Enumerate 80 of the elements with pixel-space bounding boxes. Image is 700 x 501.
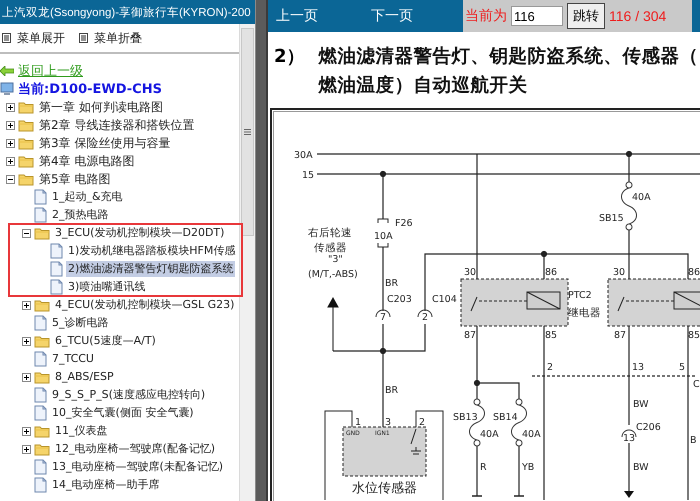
- diagram-label: 87: [614, 330, 626, 341]
- tree-item[interactable]: 1)发动机继电器踏板模块HFM传感: [66, 243, 238, 259]
- tree-item[interactable]: 9_S_S_P_S(速度感应电控转向): [50, 387, 208, 403]
- page-count: 116 / 304: [609, 8, 666, 24]
- tree-item[interactable]: 12_电动座椅—驾驶席(配备记忆): [53, 441, 218, 457]
- diagram-label: 7: [380, 312, 386, 323]
- diagram-label: (M/T,-ABS): [308, 269, 358, 280]
- tree-item[interactable]: 3)喷油嘴通讯线: [66, 279, 148, 295]
- jump-button[interactable]: 跳转: [567, 3, 605, 29]
- diagram-label: 30A: [294, 150, 313, 161]
- diagram-label: 86: [688, 267, 700, 278]
- current-label: 当前为: [465, 7, 507, 25]
- window-title: 上汽双龙(Ssongyong)-享御旅行车(KYRON)-200: [0, 0, 255, 24]
- diagram-label: 传感器: [314, 242, 347, 254]
- diagram-label: B: [690, 435, 697, 446]
- diagram-label: SB13: [453, 412, 478, 423]
- diagram-label: 86: [545, 267, 558, 278]
- tree-item[interactable]: 14_电动座椅—助手席: [50, 477, 162, 493]
- menu-button[interactable]: 菜单展开: [2, 30, 65, 46]
- diagram-label: 5: [679, 362, 686, 373]
- diagram-label: 1: [355, 417, 362, 428]
- tree-item[interactable]: 11_仪表盘: [53, 423, 110, 439]
- tree-item[interactable]: 7_TCCU: [50, 351, 96, 367]
- menu-button[interactable]: 菜单折叠: [79, 30, 142, 46]
- diagram-label: 85: [545, 330, 558, 341]
- tree-item[interactable]: 第4章 电源电路图: [37, 153, 136, 169]
- tree-item[interactable]: 2_预热电路: [50, 207, 110, 223]
- back-link[interactable]: 返回上一级: [18, 62, 83, 80]
- tree-item[interactable]: 1_起动_&充电: [50, 189, 125, 205]
- diagram-label: 2: [419, 417, 426, 428]
- diagram-label: 水位传感器: [352, 481, 417, 496]
- tree-item[interactable]: 3_ECU(发动机控制模块—D20DT): [53, 225, 226, 241]
- diagram-label: 3: [385, 417, 392, 428]
- diagram-label: BR: [385, 385, 398, 396]
- tree-item[interactable]: 第3章 保险丝使用与容量: [37, 135, 172, 151]
- page-input[interactable]: 116: [511, 6, 563, 26]
- diagram-label: 30: [464, 267, 476, 278]
- diagram-label: 继电器: [568, 307, 601, 319]
- tree-item[interactable]: 13_电动座椅—驾驶席(未配备记忆): [50, 459, 226, 475]
- diagram-label: SB14: [493, 412, 518, 423]
- diagram-label: 13: [623, 433, 636, 444]
- tree-item[interactable]: 4_ECU(发动机控制模块—GSL G23): [53, 297, 236, 313]
- tree-item[interactable]: 第一章 如何判读电路图: [37, 99, 165, 115]
- diagram-label: "3": [328, 254, 343, 265]
- current-path: 当前:D100-EWD-CHS: [18, 81, 162, 98]
- prev-page-link[interactable]: 上一页: [276, 7, 371, 25]
- diagram-label: BW: [633, 399, 649, 410]
- diagram-label: PTC2: [568, 290, 592, 301]
- diagram-label: 85: [688, 330, 700, 341]
- tree-item[interactable]: 第2章 导线连接器和搭铁位置: [37, 117, 196, 133]
- diagram-label: 40A: [522, 429, 541, 440]
- diagram-label: YB: [522, 462, 534, 473]
- diagram-label: 2: [422, 312, 428, 323]
- diagram-label: C206: [636, 422, 661, 433]
- diagram-label: 右后轮速: [308, 227, 352, 239]
- next-page-link[interactable]: 下一页: [371, 7, 466, 25]
- diagram-label: R: [480, 462, 487, 473]
- diagram-label: C104: [432, 294, 457, 305]
- diagram-label: 13: [632, 362, 644, 373]
- diagram-label: C: [693, 379, 700, 390]
- diagram-label: 87: [464, 330, 476, 341]
- diagram-label: 15: [302, 170, 314, 181]
- diagram-label: BR: [385, 278, 398, 289]
- diagram-label: C203: [387, 294, 412, 305]
- diagram-label: 2: [547, 362, 554, 373]
- diagram-label: SB15: [599, 213, 624, 224]
- diagram-label: BW: [633, 462, 649, 473]
- diagram-label: 40A: [632, 192, 651, 203]
- tree-item[interactable]: 8_ABS/ESP: [53, 369, 116, 385]
- tree-item[interactable]: 10_安全气囊(侧面 安全气囊): [50, 405, 196, 421]
- diagram-label: 40A: [480, 429, 499, 440]
- page-heading: 燃油滤清器警告灯、钥匙防盗系统、传感器（ 燃油温度）自动巡航开关: [318, 45, 699, 98]
- diagram-label: 30: [613, 267, 626, 278]
- heading-number: 2）: [274, 45, 305, 69]
- diagram-label: F26: [395, 218, 413, 229]
- tree-item[interactable]: 2)燃油滤清器警告灯钥匙防盗系统: [66, 261, 236, 277]
- tree-item[interactable]: 第5章 电路图: [37, 171, 112, 187]
- tree-item[interactable]: 6_TCU(5速度—A/T): [53, 333, 158, 349]
- tree-item[interactable]: 5_诊断电路: [50, 315, 110, 331]
- diagram-label: 10A: [374, 231, 393, 242]
